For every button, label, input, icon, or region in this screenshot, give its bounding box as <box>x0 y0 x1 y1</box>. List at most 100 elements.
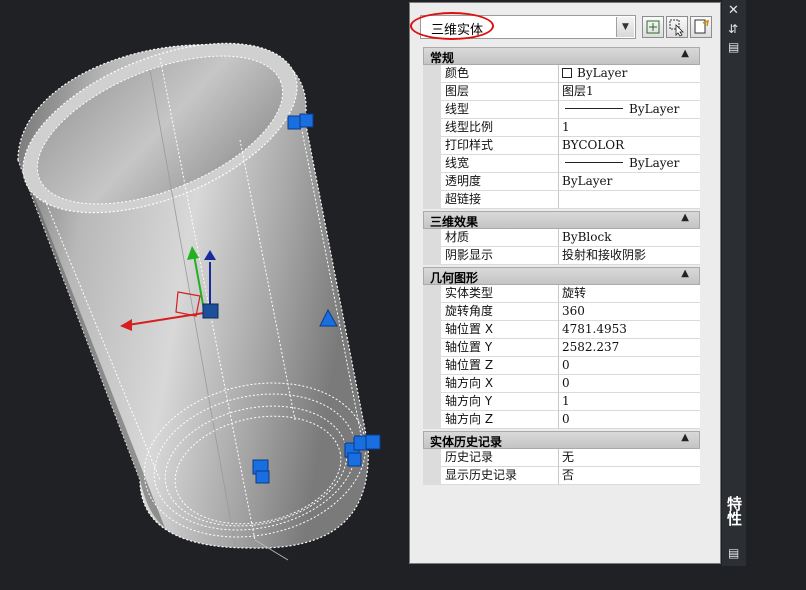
section-title: 几何图形 <box>430 271 479 285</box>
property-value[interactable]: 360 <box>559 303 700 321</box>
property-name: 颜色 <box>441 65 559 83</box>
section-header[interactable]: 几何图形 ▲ <box>423 267 700 285</box>
property-row[interactable]: 透明度 ByLayer <box>423 173 700 191</box>
row-gutter <box>423 65 441 83</box>
section-title: 实体历史记录 <box>430 435 503 449</box>
cylinder-model[interactable] <box>0 0 410 590</box>
property-value[interactable] <box>559 191 700 209</box>
property-value-text: BYCOLOR <box>562 138 625 152</box>
property-value[interactable]: 0 <box>559 375 700 393</box>
property-row[interactable]: 线型 ByLayer <box>423 101 700 119</box>
property-value[interactable]: ByLayer <box>559 101 700 119</box>
property-row[interactable]: 图层 图层1 <box>423 83 700 101</box>
property-value[interactable]: ByLayer <box>559 65 700 83</box>
linetype-sample <box>565 162 623 163</box>
row-gutter <box>423 393 441 411</box>
property-row[interactable]: 颜色 ByLayer <box>423 65 700 83</box>
collapse-icon[interactable]: ▲ <box>681 268 689 279</box>
property-value[interactable]: 1 <box>559 393 700 411</box>
property-value-text: 投射和接收阴影 <box>562 248 647 262</box>
property-value-text: ByBlock <box>562 230 612 244</box>
property-row[interactable]: 显示历史记录否 <box>423 467 700 485</box>
quick-select-button[interactable] <box>690 16 712 38</box>
row-gutter <box>423 449 441 467</box>
property-value[interactable]: 0 <box>559 411 700 429</box>
collapse-icon[interactable]: ▲ <box>681 432 689 443</box>
grip-top-right[interactable] <box>287 113 314 130</box>
property-value[interactable]: ByLayer <box>559 173 700 191</box>
property-row[interactable]: 轴方向 X0 <box>423 375 700 393</box>
property-value-text: 0 <box>562 376 570 390</box>
property-name: 打印样式 <box>441 137 559 155</box>
property-value[interactable]: ByBlock <box>559 229 700 247</box>
section-header[interactable]: 常规 ▲ <box>423 47 700 65</box>
property-name: 轴位置 X <box>441 321 559 339</box>
auto-hide-icon[interactable]: ⇵ <box>728 22 738 36</box>
row-gutter <box>423 101 441 119</box>
palette-menu-icon[interactable]: ▤ <box>728 40 739 54</box>
chevron-down-icon[interactable]: ▼ <box>616 17 634 37</box>
property-value[interactable]: 无 <box>559 449 700 467</box>
property-value[interactable]: 图层1 <box>559 83 700 101</box>
property-row[interactable]: 轴方向 Y1 <box>423 393 700 411</box>
section-header[interactable]: 实体历史记录 ▲ <box>423 431 700 449</box>
property-row[interactable]: 线型比例 1 <box>423 119 700 137</box>
section-0: 常规 ▲ 颜色 ByLayer 图层 图层1 线型 ByLayer 线型比例 1 打印样式 BYCOL… <box>423 47 700 209</box>
property-name: 轴方向 Z <box>441 411 559 429</box>
property-name: 轴方向 Y <box>441 393 559 411</box>
selection-highlight-oval <box>410 12 494 40</box>
property-value-text: ByLayer <box>562 174 613 188</box>
property-row[interactable]: 轴位置 Y 2582.237 <box>423 339 700 357</box>
palette-title-strip: ✕ ⇵ ▤ ▤ <box>722 0 746 566</box>
property-value-text: 360 <box>562 304 585 318</box>
row-gutter <box>423 285 441 303</box>
close-icon[interactable]: ✕ <box>728 3 739 18</box>
property-name: 图层 <box>441 83 559 101</box>
property-value[interactable]: 4781.4953 <box>559 321 700 339</box>
property-value-text: ByLayer <box>629 156 680 170</box>
property-row[interactable]: 历史记录无 <box>423 449 700 467</box>
property-row[interactable]: 阴影显示 投射和接收阴影 <box>423 247 700 265</box>
collapse-icon[interactable]: ▲ <box>681 212 689 223</box>
palette-title: 特性 <box>725 496 743 526</box>
row-gutter <box>423 411 441 429</box>
property-value[interactable]: 2582.237 <box>559 339 700 357</box>
property-value[interactable]: 0 <box>559 357 700 375</box>
row-gutter <box>423 229 441 247</box>
property-row[interactable]: 超链接 <box>423 191 700 209</box>
row-gutter <box>423 119 441 137</box>
property-row[interactable]: 材质 ByBlock <box>423 229 700 247</box>
row-gutter <box>423 247 441 265</box>
property-value[interactable]: ByLayer <box>559 155 700 173</box>
property-row[interactable]: 实体类型 旋转 <box>423 285 700 303</box>
property-row[interactable]: 轴位置 X 4781.4953 <box>423 321 700 339</box>
property-value[interactable]: 旋转 <box>559 285 700 303</box>
property-name: 轴方向 X <box>441 375 559 393</box>
3d-viewport[interactable] <box>0 0 410 590</box>
property-row[interactable]: 线宽 ByLayer <box>423 155 700 173</box>
property-value[interactable]: 否 <box>559 467 700 485</box>
palette-settings-icon[interactable]: ▤ <box>728 546 739 560</box>
property-name: 旋转角度 <box>441 303 559 321</box>
property-value[interactable]: 投射和接收阴影 <box>559 247 700 265</box>
property-row[interactable]: 轴方向 Z0 <box>423 411 700 429</box>
property-value-text: 0 <box>562 412 570 426</box>
section-header[interactable]: 三维效果 ▲ <box>423 211 700 229</box>
property-row[interactable]: 旋转角度 360 <box>423 303 700 321</box>
property-value[interactable]: 1 <box>559 119 700 137</box>
section-3: 实体历史记录 ▲ 历史记录无显示历史记录否 <box>423 431 700 485</box>
property-name: 显示历史记录 <box>441 467 559 485</box>
collapse-icon[interactable]: ▲ <box>681 48 689 59</box>
row-gutter <box>423 83 441 101</box>
row-gutter <box>423 155 441 173</box>
select-objects-button[interactable] <box>666 16 688 38</box>
row-gutter <box>423 375 441 393</box>
property-value[interactable]: BYCOLOR <box>559 137 700 155</box>
property-value-text: 1 <box>562 120 570 134</box>
property-name: 材质 <box>441 229 559 247</box>
row-gutter <box>423 303 441 321</box>
toggle-pickadd-button[interactable] <box>642 16 664 38</box>
property-row[interactable]: 打印样式 BYCOLOR <box>423 137 700 155</box>
property-row[interactable]: 轴位置 Z0 <box>423 357 700 375</box>
section-title: 常规 <box>430 51 455 65</box>
